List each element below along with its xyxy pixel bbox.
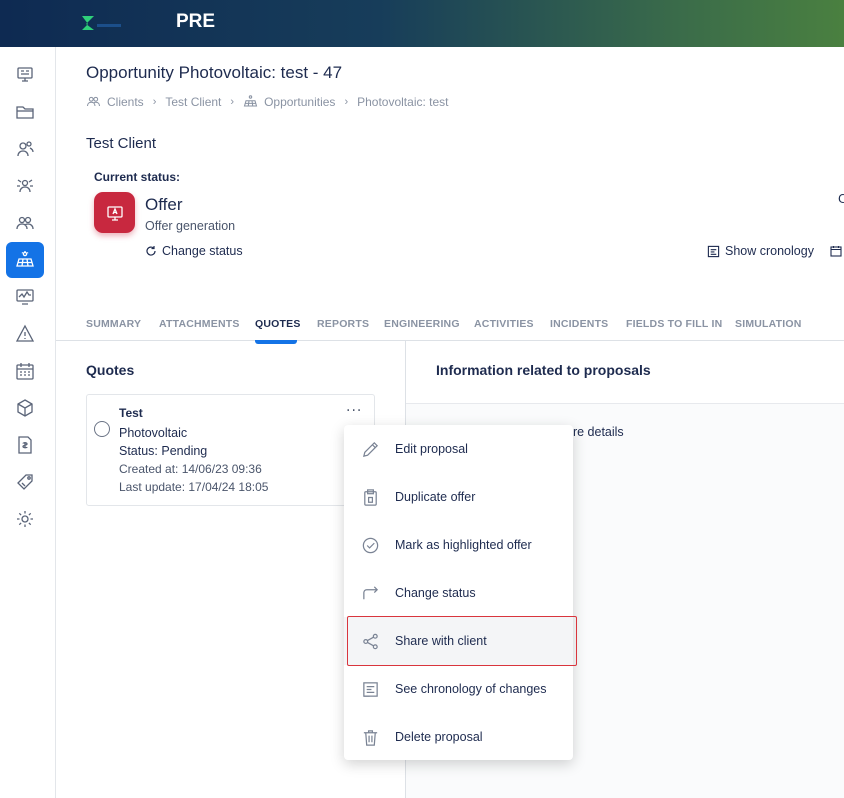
menu-item-mark-highlighted[interactable]: Mark as highlighted offer — [344, 521, 573, 569]
quote-card[interactable]: Test ··· Photovoltaic Status: Pending Cr… — [86, 394, 375, 506]
quote-type: Photovoltaic — [119, 426, 188, 440]
active-tab-indicator — [255, 340, 297, 344]
sidebar-item-calendar[interactable] — [6, 353, 44, 389]
sidebar-item-settings[interactable] — [6, 501, 44, 537]
breadcrumb-current: Photovoltaic: test — [357, 94, 449, 109]
sidebar-item-invoices[interactable] — [6, 427, 44, 463]
breadcrumb-separator: › — [152, 95, 157, 108]
clients-icon — [86, 96, 101, 107]
tab-engineering[interactable]: ENGINEERING — [384, 318, 460, 330]
offer-monitor-icon — [106, 205, 123, 221]
breadcrumb-clients[interactable]: Clients — [86, 94, 144, 109]
invoice-icon — [18, 436, 32, 454]
tab-fields-to-fill-in[interactable]: FIELDS TO FILL IN — [626, 318, 722, 330]
app-logo-icon[interactable] — [80, 14, 124, 32]
menu-item-edit-proposal[interactable]: Edit proposal — [344, 425, 573, 473]
tag-icon — [17, 474, 33, 490]
change-status-link[interactable]: Change status — [145, 244, 243, 258]
menu-item-see-chronology[interactable]: See chronology of changes — [344, 665, 573, 713]
sidebar-item-folders[interactable] — [6, 94, 44, 130]
clients-icon — [17, 141, 34, 157]
sidebar — [0, 47, 56, 798]
quote-context-menu: Edit proposal Duplicate offer Mark as hi… — [344, 425, 573, 760]
sidebar-item-clients[interactable] — [6, 131, 44, 167]
menu-item-change-status[interactable]: Change status — [344, 569, 573, 617]
tab-activities[interactable]: ACTIVITIES — [474, 318, 534, 330]
solar-panel-icon — [16, 251, 34, 267]
clipboard-icon — [360, 487, 380, 507]
warning-icon — [15, 324, 35, 342]
share-icon — [360, 631, 380, 651]
refresh-icon — [146, 246, 156, 256]
menu-item-delete-proposal[interactable]: Delete proposal — [344, 713, 573, 761]
sidebar-item-network[interactable] — [6, 168, 44, 204]
solar-panel-icon — [243, 95, 258, 107]
tab-quotes[interactable]: QUOTES — [255, 318, 301, 330]
page-title: Opportunity Photovoltaic: test - 47 — [86, 63, 343, 82]
pencil-icon — [360, 439, 380, 459]
sidebar-item-incidents[interactable] — [6, 316, 44, 352]
tab-attachments[interactable]: ATTACHMENTS — [159, 318, 240, 330]
breadcrumb-separator: › — [230, 95, 235, 108]
breadcrumb: Clients › Test Client › Opportunities › … — [86, 94, 449, 109]
tab-bar: SUMMARY ATTACHMENTS QUOTES REPORTS ENGIN… — [56, 318, 844, 341]
breadcrumb-opportunities[interactable]: Opportunities — [243, 94, 335, 109]
info-partial-text: ore details — [566, 425, 624, 439]
box-icon — [17, 399, 33, 417]
menu-item-duplicate-offer[interactable]: Duplicate offer — [344, 473, 573, 521]
tab-reports[interactable]: REPORTS — [317, 318, 369, 330]
status-name: Offer — [145, 195, 183, 214]
breadcrumb-separator: › — [344, 95, 349, 108]
sidebar-item-dashboard[interactable] — [6, 57, 44, 93]
status-badge — [94, 192, 135, 233]
truncated-action[interactable]: C — [838, 192, 844, 206]
sidebar-item-opportunities[interactable] — [6, 242, 44, 278]
redirect-arrow-icon — [360, 583, 380, 603]
folder-icon — [16, 106, 34, 119]
trash-icon — [360, 727, 380, 747]
quote-select-radio[interactable] — [94, 421, 110, 437]
settings-icon — [17, 511, 33, 527]
dashboard-icon — [17, 67, 33, 82]
quotes-heading: Quotes — [86, 362, 135, 378]
info-heading: Information related to proposals — [436, 362, 651, 378]
environment-label: PRE — [176, 11, 216, 32]
tab-simulation[interactable]: SIMULATION — [735, 318, 802, 330]
tab-summary[interactable]: SUMMARY — [86, 318, 141, 330]
quote-created: Created at: 14/06/23 09:36 — [119, 462, 262, 476]
client-name: Test Client — [86, 135, 157, 152]
history-list-icon — [360, 679, 380, 699]
breadcrumb-client[interactable]: Test Client — [165, 95, 221, 109]
sidebar-item-contacts[interactable] — [6, 205, 44, 241]
quote-more-button[interactable]: ··· — [346, 403, 362, 419]
quote-updated: Last update: 17/04/24 18:05 — [119, 480, 269, 494]
tab-incidents[interactable]: INCIDENTS — [550, 318, 608, 330]
network-icon — [17, 179, 33, 193]
show-cronology-button[interactable]: Show cronology — [707, 244, 814, 258]
quote-status: Status: Pending — [119, 444, 208, 458]
history-list-icon — [707, 245, 720, 257]
quote-title: Test — [119, 406, 143, 420]
contacts-icon — [16, 216, 34, 230]
sidebar-item-pricing[interactable] — [6, 464, 44, 500]
monitoring-icon — [16, 289, 34, 305]
menu-item-share-with-client[interactable]: Share with client — [344, 617, 573, 665]
status-subtitle: Offer generation — [145, 219, 236, 233]
sidebar-item-monitoring[interactable] — [6, 279, 44, 315]
check-circle-icon — [360, 535, 380, 555]
calendar-icon — [16, 363, 34, 380]
current-status-label: Current status: — [94, 170, 181, 184]
top-bar: PRE — [0, 0, 844, 47]
sidebar-item-products[interactable] — [6, 390, 44, 426]
calendar-icon[interactable] — [830, 245, 842, 257]
